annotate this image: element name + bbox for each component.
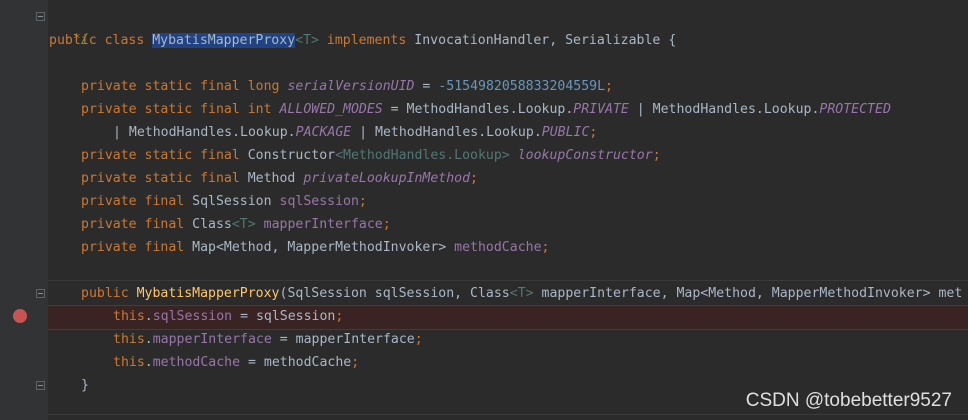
editor-gutter[interactable] [0, 0, 48, 420]
code-line-field[interactable]: private static final int ALLOWED_MODES =… [81, 98, 891, 121]
static-field: privateLookupInMethod [303, 171, 471, 186]
type-name: SqlSession [192, 194, 280, 209]
dot: . [144, 309, 153, 324]
dot: . [144, 332, 153, 347]
generic-type: <MethodHandles.Lookup> [335, 148, 510, 163]
type-name: Method [247, 171, 304, 186]
type-name: Map<Method, MapperMethodInvoker> [192, 240, 455, 255]
code-line-constructor[interactable]: public MybatisMapperProxy(SqlSession sql… [81, 282, 962, 305]
identifier: | MethodHandles.Lookup. [351, 125, 542, 140]
brace: } [81, 378, 89, 393]
keyword: private final [81, 240, 193, 255]
identifier: | MethodHandles.Lookup. [113, 125, 296, 140]
semicolon: ; [382, 217, 391, 232]
keyword: private static final [81, 171, 248, 186]
code-line-field[interactable]: private static final Method privateLooku… [81, 167, 478, 190]
instance-field: mapperInterface [152, 332, 272, 347]
fold-marker-icon[interactable] [36, 381, 45, 390]
instance-field: sqlSession [152, 309, 233, 324]
dot: . [144, 355, 153, 370]
code-line-field[interactable]: private static final Constructor<MethodH… [81, 144, 661, 167]
keyword: this [113, 309, 145, 324]
method-separator [48, 414, 968, 415]
static-field: lookupConstructor [517, 148, 653, 163]
instance-field: methodCache [152, 355, 241, 370]
keyword: public [81, 286, 137, 301]
static-field: PRIVATE [573, 102, 629, 117]
static-field: PROTECTED [819, 102, 891, 117]
semicolon: ; [335, 309, 344, 324]
semicolon: ; [652, 148, 661, 163]
semicolon: ; [589, 125, 598, 140]
keyword: private static final [81, 148, 248, 163]
parameters: mapperInterface, Map<Method, MapperMetho… [533, 286, 963, 301]
instance-field: methodCache [454, 240, 542, 255]
instance-field: sqlSession [279, 194, 359, 209]
keyword: this [113, 355, 145, 370]
generic-type: <T> [509, 286, 534, 301]
keyword: private final [81, 194, 193, 209]
code-line-field[interactable]: private static final long serialVersionU… [81, 75, 613, 98]
keyword: private static final int [81, 102, 280, 117]
parameters: (SqlSession sqlSession, Class [279, 286, 510, 301]
class-name-selected[interactable]: MybatisMapperProxy [152, 33, 296, 48]
identifier: = methodCache [240, 355, 352, 370]
static-field: ALLOWED_MODES [279, 102, 383, 117]
keyword: implements [318, 33, 415, 48]
fold-marker-icon[interactable] [36, 12, 45, 21]
type-name: Class [192, 217, 232, 232]
semicolon: ; [470, 171, 478, 186]
code-line-field[interactable]: private final Map<Method, MapperMethodIn… [81, 236, 549, 259]
identifier: InvocationHandler, Serializable { [414, 33, 677, 48]
semicolon: ; [414, 332, 423, 347]
operator: = [414, 79, 439, 94]
code-line-class-decl[interactable]: public class MybatisMapperProxy<T> imple… [49, 29, 676, 52]
watermark-text: CSDN @tobebetter9527 [745, 390, 952, 411]
code-line-assignment[interactable]: this.mapperInterface = mapperInterface; [113, 328, 423, 351]
code-line-assignment[interactable]: this.sqlSession = sqlSession; [113, 305, 343, 328]
keyword: public class [49, 33, 153, 48]
identifier: = sqlSession [232, 309, 336, 324]
instance-field: mapperInterface [263, 217, 383, 232]
static-field: PUBLIC [541, 125, 590, 140]
semicolon: ; [541, 240, 550, 255]
semicolon: ; [605, 79, 613, 94]
semicolon: ; [358, 194, 367, 209]
constructor-name: MybatisMapperProxy [136, 286, 280, 301]
breakpoint-icon[interactable] [13, 309, 27, 323]
code-line-continuation[interactable]: | MethodHandles.Lookup.PACKAGE | MethodH… [113, 121, 597, 144]
code-line-comment-end[interactable]: */ [57, 5, 89, 47]
identifier: | MethodHandles.Lookup. [628, 102, 820, 117]
keyword: this [113, 332, 145, 347]
keyword: private static final long [81, 79, 288, 94]
code-line-field[interactable]: private final Class<T> mapperInterface; [81, 213, 391, 236]
fold-marker-icon[interactable] [36, 289, 45, 298]
identifier: = MethodHandles.Lookup. [382, 102, 574, 117]
generic-type: <T> [231, 217, 256, 232]
identifier: = mapperInterface [271, 332, 415, 347]
type-name: Constructor [247, 148, 336, 163]
code-line-assignment[interactable]: this.methodCache = methodCache; [113, 351, 359, 374]
static-field: PACKAGE [295, 125, 352, 140]
keyword: private final [81, 217, 193, 232]
number-literal: -5154982058833204559L [438, 79, 606, 94]
static-field: serialVersionUID [287, 79, 415, 94]
code-line-close-brace[interactable]: } [81, 374, 89, 397]
generic-type: <T> [295, 33, 319, 48]
code-line-field[interactable]: private final SqlSession sqlSession; [81, 190, 367, 213]
method-separator [48, 280, 968, 281]
semicolon: ; [351, 355, 360, 370]
